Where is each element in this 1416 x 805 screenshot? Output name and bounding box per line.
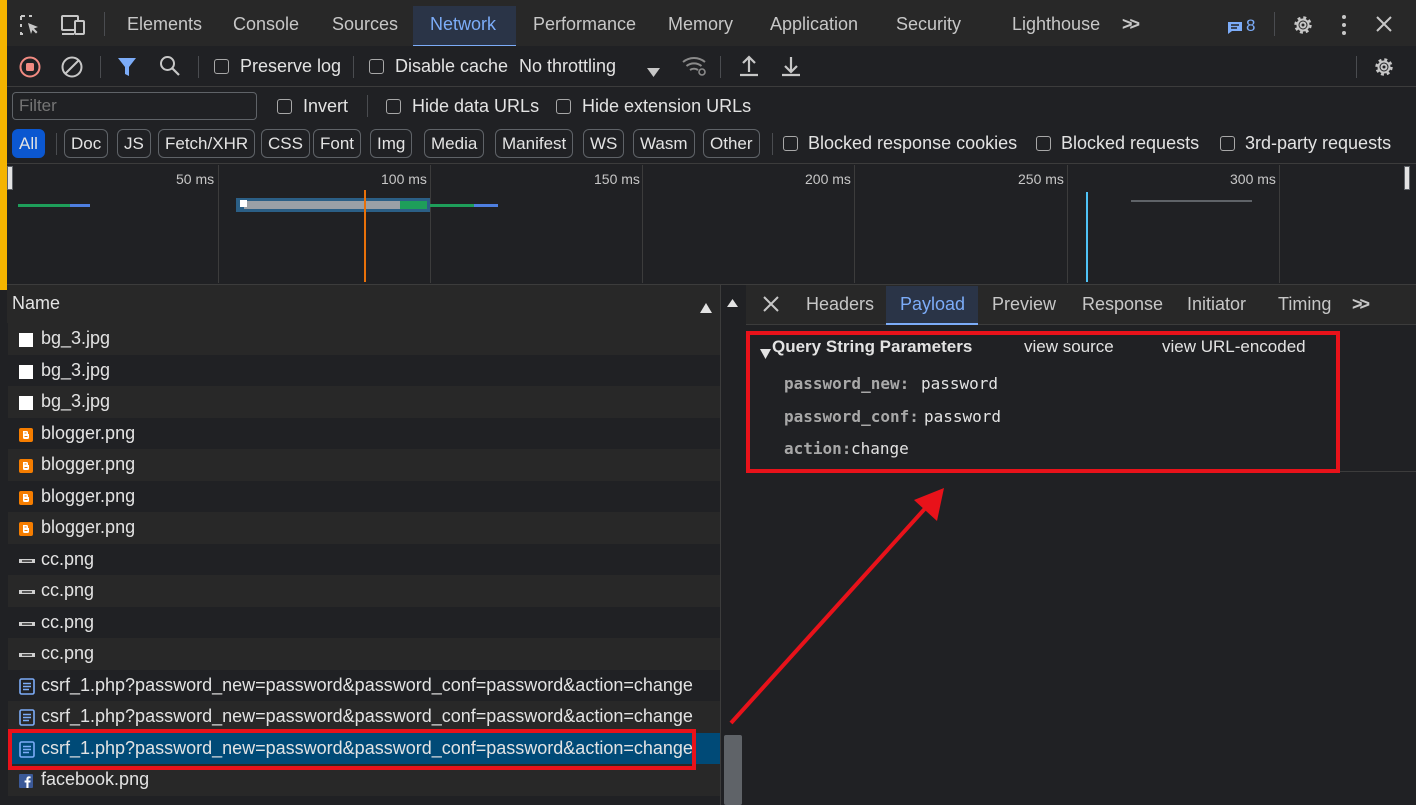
annotation-arrow <box>729 488 944 725</box>
